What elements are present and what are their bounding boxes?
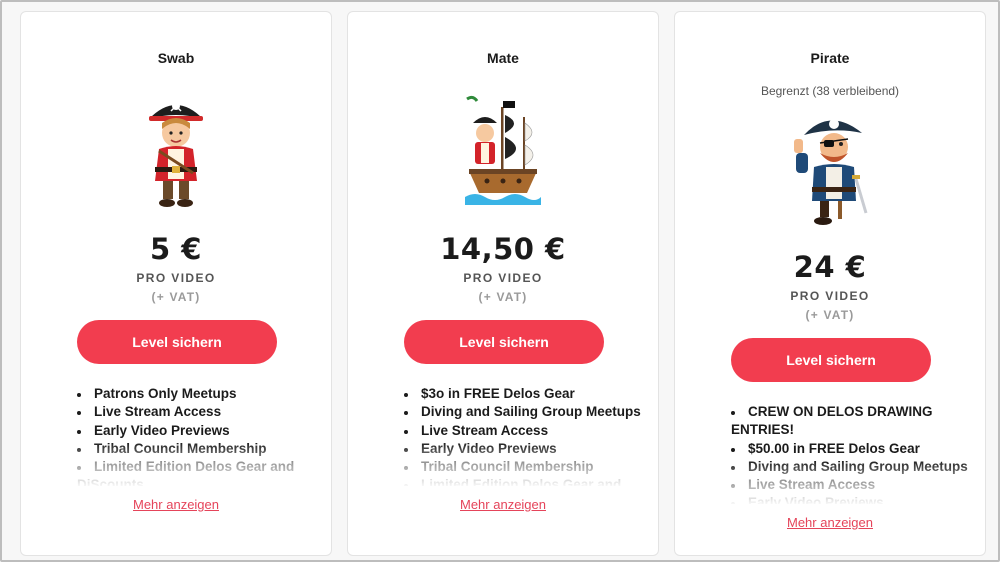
benefits-list: $3o in FREE Delos Gear Diving and Sailin… (404, 385, 644, 486)
show-more-link[interactable]: Mehr anzeigen (675, 515, 985, 530)
benefit-item: Early Video Previews (731, 494, 971, 504)
tier-price: 5 € (150, 232, 202, 266)
pirate-boy-icon (149, 100, 203, 207)
benefit-item: Live Stream Access (77, 403, 317, 421)
benefit-item: Tribal Council Membership (404, 458, 644, 476)
price-period: PRO VIDEO (463, 271, 543, 285)
tier-price: 24 € (793, 250, 867, 284)
tier-card-pirate: Pirate Begrenzt (38 verbleibend) 24 € PR… (674, 11, 986, 556)
benefit-item: Early Video Previews (404, 440, 644, 458)
tier-card-mate: Mate 14,50 € PRO VIDEO (+ VAT) Level sic… (347, 11, 659, 556)
tier-card-swab: Swab 5 € PRO VIDEO (+ VAT) Level sichern… (20, 11, 332, 556)
benefit-item: CREW ON DELOS DRAWING ENTRIES! (731, 403, 971, 440)
limited-availability: Begrenzt (38 verbleibend) (760, 84, 900, 98)
tier-title: Swab (157, 50, 195, 66)
benefit-item: $50.00 in FREE Delos Gear (731, 440, 971, 458)
benefit-item: Diving and Sailing Group Meetups (404, 403, 644, 421)
vat-note: (+ VAT) (478, 290, 528, 304)
page-frame: Swab 5 € PRO VIDEO (+ VAT) Level sichern… (0, 0, 1000, 562)
price-period: PRO VIDEO (790, 289, 870, 303)
vat-note: (+ VAT) (805, 308, 855, 322)
benefit-item: Early Video Previews (77, 422, 317, 440)
benefits-list: CREW ON DELOS DRAWING ENTRIES! $50.00 in… (731, 403, 971, 504)
benefit-item: $3o in FREE Delos Gear (404, 385, 644, 403)
tier-title: Mate (487, 50, 519, 66)
benefit-item: Diving and Sailing Group Meetups (731, 458, 971, 476)
benefit-item: Patrons Only Meetups (77, 385, 317, 403)
pirate-ship-icon (465, 95, 541, 205)
pirate-captain-icon (794, 119, 868, 225)
benefits-list: Patrons Only Meetups Live Stream Access … (77, 385, 317, 486)
show-more-link[interactable]: Mehr anzeigen (348, 497, 658, 512)
level-sichern-button[interactable]: Level sichern (404, 320, 604, 364)
benefit-item: Tribal Council Membership (77, 440, 317, 458)
benefit-item: Limited Edition Delos Gear and (404, 476, 644, 486)
show-more-link[interactable]: Mehr anzeigen (21, 497, 331, 512)
tier-title: Pirate (810, 50, 850, 66)
tier-price: 14,50 € (440, 232, 566, 266)
price-period: PRO VIDEO (136, 271, 216, 285)
benefit-item: Live Stream Access (404, 422, 644, 440)
level-sichern-button[interactable]: Level sichern (731, 338, 931, 382)
level-sichern-button[interactable]: Level sichern (77, 320, 277, 364)
benefit-item: Live Stream Access (731, 476, 971, 494)
vat-note: (+ VAT) (151, 290, 201, 304)
benefit-item: Limited Edition Delos Gear and DiScounts (77, 458, 317, 486)
